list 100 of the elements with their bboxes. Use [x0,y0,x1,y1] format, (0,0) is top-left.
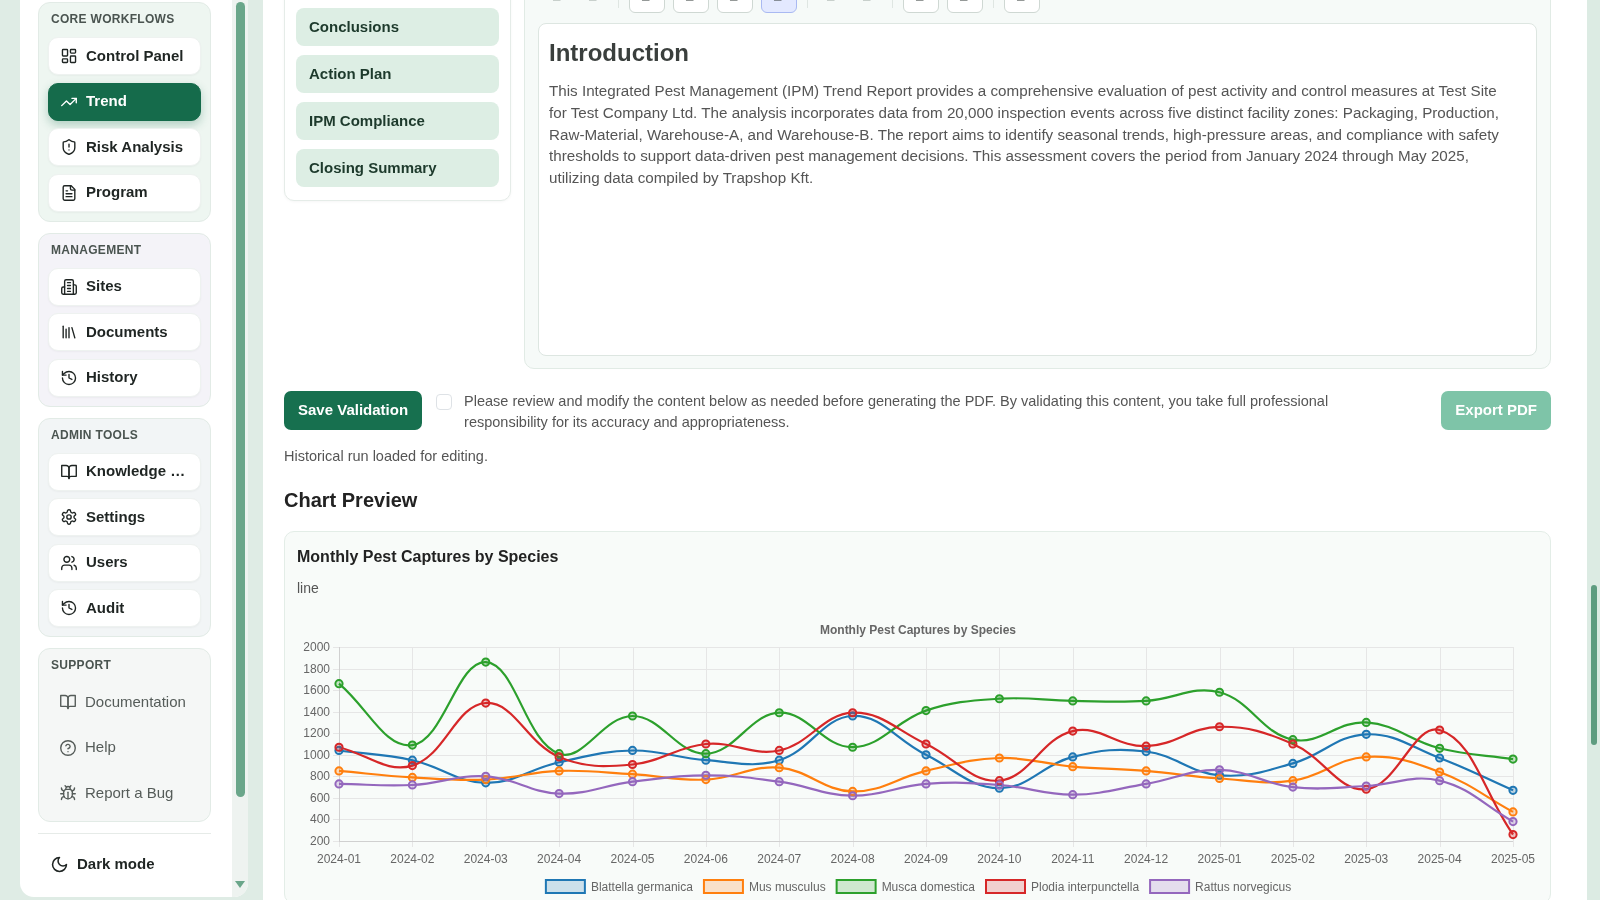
sidebar-item[interactable]: Trend [48,82,201,121]
sidebar-item[interactable]: Audit [48,589,201,627]
sidebar-item[interactable]: Documents [48,313,201,351]
section-title: ADMIN TOOLS [51,426,140,443]
section-title: MANAGEMENT [51,241,143,258]
data-point [1508,817,1518,827]
data-point [1508,829,1518,840]
data-point [1214,722,1225,732]
scroll-down-icon[interactable] [235,881,245,888]
legend-label[interactable]: Blattella germanica [590,880,693,894]
history-icon [61,600,77,616]
axis-tick-label: 200 [309,834,330,848]
axis-tick-label: 2024-08 [830,852,875,866]
data-point [627,759,638,770]
validation-notice: Please review and modify the content below as needed before generating the PDF. By validating this content, you take full professional responsibility for its accuracy and appropriateness. [464,392,1330,432]
axis-tick-label: 2024-03 [463,852,508,866]
data-point [1508,754,1518,764]
data-point [1141,696,1151,706]
data-point [1288,776,1298,786]
axis-tick-label: 2024-07 [757,852,802,866]
book-icon [61,463,77,480]
data-point [774,745,784,756]
sidebar-item[interactable]: Help [48,728,201,767]
outline-item[interactable]: IPM Compliance [296,102,499,140]
axis-tick-label: 800 [309,769,330,784]
history-icon [61,369,77,386]
data-point [921,739,931,749]
scrollbar-thumb[interactable] [235,2,245,797]
sidebar-item[interactable]: Sites [48,267,201,306]
data-point [627,769,638,779]
axis-tick-label: 2024-12 [1124,852,1169,866]
editor-paragraph: This Integrated Pest Management (IPM) Trend Report provides a comprehensive evaluation of pest activity and control measures at Test Site for Test Company Ltd. The analysis incorporates data from 20,000 inspection events across five distinct facility zones: Packaging, Production, Raw-Material, Warehouse-A, and Warehouse-B. The report aims to identify seasonal trends, high-pressure areas, and compliance with safety thresholds to support data-driven pest management decisions. This assessment covers the period from January 2024 through May 2025, utilizing data compiled by Trapshop Kft. [549,81,1499,189]
legend-swatch-icon [985,879,1026,894]
data-point [1068,726,1078,736]
data-point [1214,773,1225,784]
data-point [407,780,417,790]
status-text: Historical run loaded for editing. [284,447,489,466]
axis-tick-label: 2025-05 [1491,852,1535,866]
axis-tick-label: 2025-02 [1270,852,1315,866]
dashboard-icon [61,48,77,64]
legend-label[interactable]: Rattus norvegicus [1195,880,1292,894]
sidebar-item[interactable]: History [48,358,201,397]
shield-alert-icon [61,139,77,155]
sidebar-item[interactable]: Program [48,173,201,212]
legend-swatch-icon [1149,879,1191,894]
sidebar-item[interactable]: Control Panel [48,37,201,75]
axis-tick-label: 600 [309,790,330,805]
outline-item[interactable]: Conclusions [296,8,499,46]
data-point [627,711,638,721]
legend-label[interactable]: Mus musculus [748,880,826,894]
legend-swatch-icon [702,879,744,894]
data-point [407,740,417,750]
data-point [1435,767,1445,777]
data-point [1435,776,1445,786]
sidebar-item[interactable]: Risk Analysis [48,128,201,166]
data-point [1508,785,1518,795]
data-point [1068,696,1078,706]
axis-tick-label: 2024-06 [683,852,728,866]
validation-checkbox[interactable] [436,394,453,410]
books-icon [61,324,77,340]
data-point [481,657,491,667]
data-point [921,750,931,760]
data-point [701,770,711,780]
axis-tick-label: 2025-01 [1197,852,1242,866]
sidebar-item[interactable]: Report a Bug [48,774,201,812]
data-point [481,771,491,781]
building-icon [61,278,77,295]
save-button[interactable]: Save Validation [284,391,423,430]
help-icon [60,739,76,756]
legend-label[interactable]: Musca domestica [881,880,975,894]
theme-toggle[interactable]: Dark mode [38,845,211,883]
outline-item[interactable]: Action Plan [296,55,499,93]
data-point [627,745,638,756]
chart-type-label: line [297,579,320,598]
scrollbar-thumb[interactable] [1591,585,1597,745]
book-icon [60,694,76,710]
data-point [334,779,344,789]
legend-label[interactable]: Plodia interpunctella [1031,880,1140,894]
sidebar-item[interactable]: Knowledge … [48,452,201,491]
data-point [1361,729,1371,739]
data-point [1141,779,1151,789]
data-point [1141,766,1151,776]
data-point [994,776,1004,786]
data-point [701,739,711,749]
axis-tick-label: 2024-11 [1051,852,1095,866]
data-point [1288,739,1298,749]
sidebar-item[interactable]: Documentation [48,683,201,721]
sidebar-item[interactable]: Users [48,543,201,582]
sidebar-item[interactable]: Settings [48,498,201,536]
data-point [554,789,564,799]
data-point [1214,765,1225,775]
data-point [334,742,344,752]
axis-tick-label: 1600 [303,683,330,698]
outline-item[interactable]: Closing Summary [296,149,499,187]
data-point [1288,782,1298,792]
axis-tick-label: 2024-10 [977,852,1022,866]
section-title: SUPPORT [51,657,113,673]
axis-tick-label: 2024-01 [317,852,361,866]
data-point [848,786,858,796]
data-point [481,778,491,788]
